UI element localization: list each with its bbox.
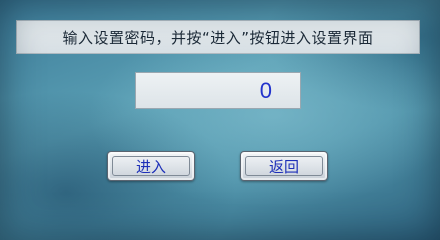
instruction-text: 输入设置密码，并按“进入”按钮进入设置界面 (62, 28, 374, 47)
enter-button-frame: 进入 (112, 156, 190, 176)
back-button[interactable]: 返回 (240, 151, 328, 181)
password-value: 0 (259, 77, 272, 103)
enter-button-label: 进入 (135, 157, 166, 176)
instruction-bar: 输入设置密码，并按“进入”按钮进入设置界面 (16, 20, 420, 54)
back-button-frame: 返回 (245, 156, 323, 176)
back-button-label: 返回 (268, 157, 299, 176)
password-field[interactable]: 0 (135, 72, 301, 109)
enter-button[interactable]: 进入 (107, 151, 195, 181)
